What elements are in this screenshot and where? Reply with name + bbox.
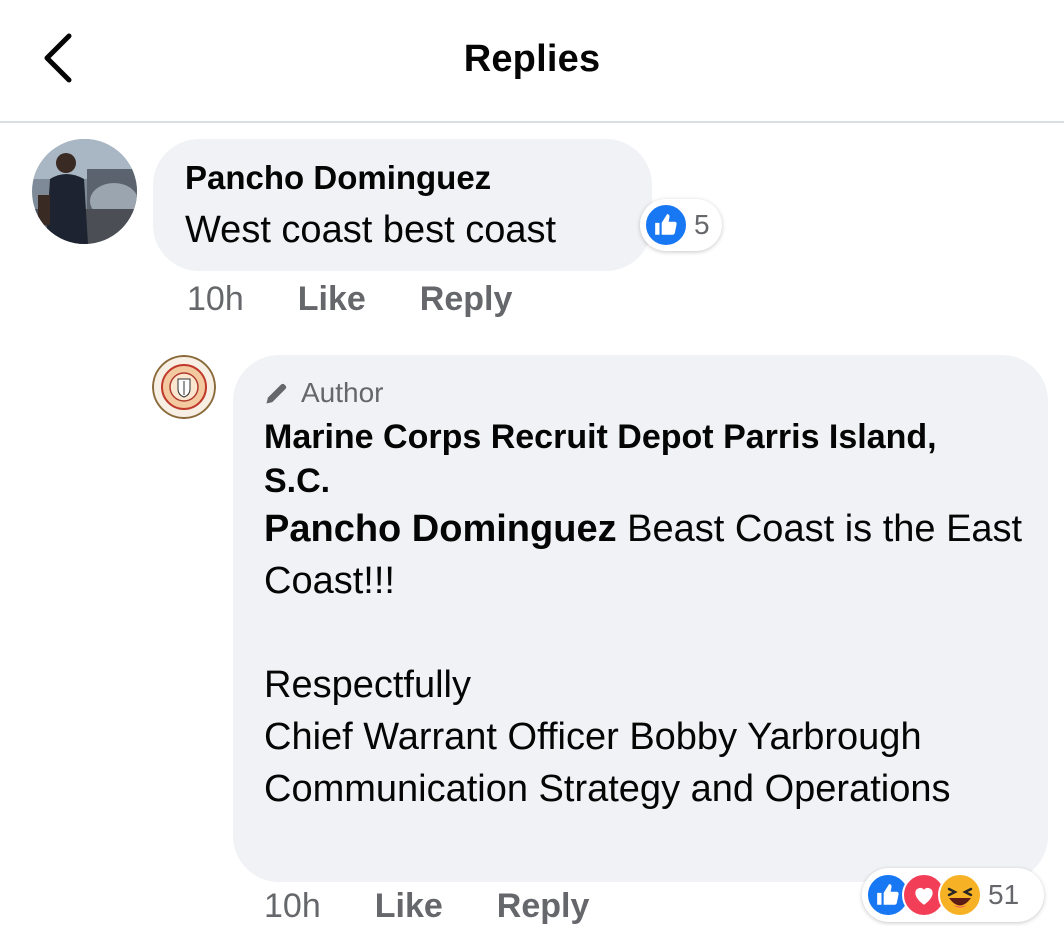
like-button[interactable]: Like [298,280,366,319]
header-bar: Replies [0,0,1064,123]
page-title: Replies [463,38,601,80]
reply-actions: 10h Like Reply [264,887,589,926]
comment-author-name[interactable]: Pancho Dominguez [185,159,491,197]
reply-bubble[interactable]: Author Marine Corps Recruit Depot Parris… [233,355,1048,882]
reply-button[interactable]: Reply [497,887,590,926]
timestamp[interactable]: 10h [187,280,244,319]
reaction-summary[interactable]: 5 [640,199,722,251]
page-avatar[interactable] [152,355,216,419]
reply-signoff: Respectfully [264,664,471,706]
seal-logo [152,355,216,419]
reaction-count: 5 [694,209,710,240]
reply-signature-title: Communication Strategy and Operations [264,768,951,810]
reply-button[interactable]: Reply [420,280,513,319]
haha-icon [938,873,982,917]
like-icon [644,203,688,247]
reply-text: Pancho Dominguez Beast Coast is the East… [264,503,1024,815]
mention-link[interactable]: Pancho Dominguez [264,508,617,550]
reply-author-name[interactable]: Marine Corps Recruit Depot Parris Island… [264,415,1004,503]
author-badge-label: Author [301,377,384,408]
avatar[interactable] [32,139,137,244]
reply-signature-name: Chief Warrant Officer Bobby Yarbrough [264,716,922,758]
comment-bubble[interactable]: Pancho Dominguez West coast best coast [153,139,652,271]
comment-text: West coast best coast [185,209,557,251]
pencil-icon [266,383,287,404]
like-button[interactable]: Like [375,887,443,926]
reaction-count: 51 [988,879,1020,910]
avatar-photo [32,139,137,244]
reaction-summary[interactable]: 51 [862,868,1044,922]
timestamp[interactable]: 10h [264,887,321,926]
author-badge: Author [263,377,384,409]
comment-actions: 10h Like Reply [187,280,512,319]
